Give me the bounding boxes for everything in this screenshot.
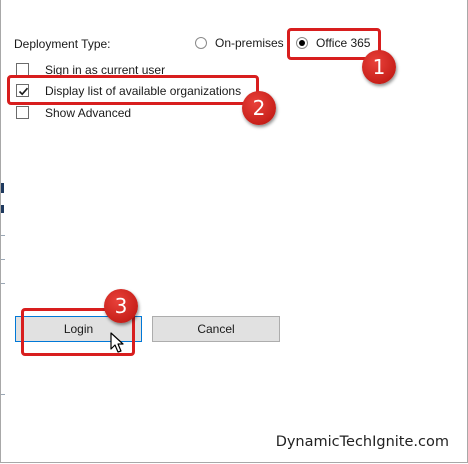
radio-on-premises-label: On-premises (215, 36, 284, 50)
callout-badge-1: 1 (362, 50, 396, 84)
cancel-button[interactable]: Cancel (152, 316, 280, 342)
watermark-text: DynamicTechIgnite.com (275, 434, 449, 450)
deployment-type-label: Deployment Type: (14, 37, 111, 51)
background-window-edge (1, 259, 5, 260)
callout-badge-2: 2 (242, 91, 276, 125)
background-window-edge (1, 394, 5, 395)
checkbox-show-advanced-box[interactable] (16, 106, 29, 119)
callout-badge-3: 3 (104, 289, 138, 323)
background-window-edge (1, 205, 4, 213)
callout-box-display-organizations (7, 75, 259, 105)
radio-on-premises-button[interactable] (195, 37, 207, 49)
login-dialog: Deployment Type: On-premises Office 365 … (0, 0, 468, 463)
radio-on-premises[interactable]: On-premises (195, 36, 287, 52)
checkbox-show-advanced[interactable]: Show Advanced (16, 106, 136, 121)
background-window-edge (1, 283, 5, 284)
background-window-edge (1, 183, 4, 193)
background-window-edge (1, 235, 5, 236)
checkbox-show-advanced-label: Show Advanced (45, 106, 132, 120)
